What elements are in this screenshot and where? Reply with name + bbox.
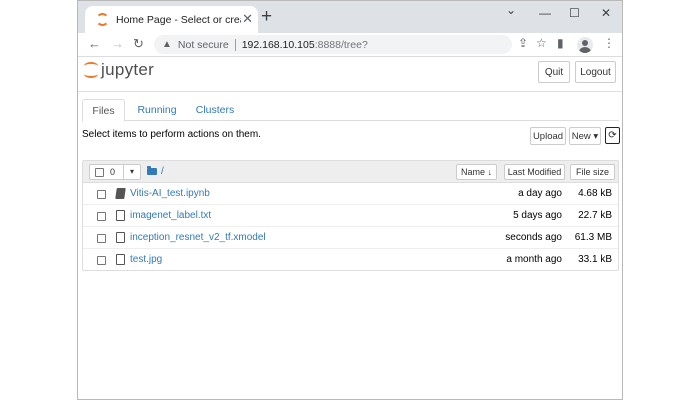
file-size: 22.7 kB [578, 210, 612, 221]
star-icon[interactable]: ☆ [536, 36, 547, 50]
breadcrumb[interactable]: / [161, 166, 164, 177]
table-row[interactable]: imagenet_label.txt 5 days ago 22.7 kB [83, 205, 618, 227]
close-window-icon[interactable]: ✕ [601, 6, 611, 20]
table-row[interactable]: test.jpg a month ago 33.1 kB [83, 249, 618, 271]
row-checkbox[interactable] [97, 212, 106, 221]
file-modified: 5 days ago [513, 210, 562, 221]
list-header: 0 ▾ / Name ↓ Last Modified File size [83, 161, 618, 183]
chevron-down-icon[interactable]: ⌄ [506, 3, 516, 17]
tab-clusters[interactable]: Clusters [189, 99, 241, 121]
quit-button[interactable]: Quit [538, 61, 570, 83]
maximize-icon[interactable]: ☐ [569, 6, 580, 20]
file-name[interactable]: test.jpg [130, 254, 162, 265]
menu-icon[interactable]: ⋮ [603, 36, 615, 50]
file-size: 61.3 MB [574, 232, 612, 243]
file-size: 33.1 kB [578, 254, 612, 265]
side-panel-icon[interactable]: ▮ [557, 36, 564, 50]
reload-icon[interactable]: ↻ [133, 36, 144, 52]
sort-name-button[interactable]: Name ↓ [456, 164, 497, 180]
file-name[interactable]: Vitis-AI_test.ipynb [130, 188, 210, 199]
jupyter-header: jupyter Quit Logout [78, 57, 622, 92]
refresh-button[interactable]: ⟳ [605, 127, 620, 144]
file-icon [116, 254, 125, 265]
address-divider [234, 38, 236, 51]
warning-icon: ▲ [162, 39, 172, 50]
tab-title: Home Page - Select or create a n [116, 13, 241, 26]
select-all-control[interactable]: 0 ▾ [89, 164, 141, 180]
row-checkbox[interactable] [97, 234, 106, 243]
row-checkbox[interactable] [97, 256, 106, 265]
chevron-down-icon[interactable]: ▾ [130, 167, 134, 176]
new-tab-icon[interactable]: + [261, 7, 272, 27]
select-divider [123, 165, 124, 179]
table-row[interactable]: inception_resnet_v2_tf.xmodel seconds ag… [83, 227, 618, 249]
file-icon [116, 232, 125, 243]
folder-icon[interactable] [147, 166, 157, 175]
address-toolbar: ← → ↻ ▲ Not secure 192.168.10.105:8888/t… [78, 33, 622, 57]
address-bar[interactable]: ▲ Not secure 192.168.10.105:8888/tree? [154, 35, 512, 54]
upload-button[interactable]: Upload [530, 127, 566, 145]
logo-text: jupyter [101, 60, 155, 79]
instructions-text: Select items to perform actions on them. [82, 129, 261, 140]
tab-running[interactable]: Running [129, 99, 185, 121]
tab-bar: Files Running Clusters [82, 99, 619, 122]
jupyter-favicon-icon [96, 13, 109, 26]
jupyter-logo-icon [84, 61, 98, 79]
row-checkbox[interactable] [97, 190, 106, 199]
file-name[interactable]: imagenet_label.txt [130, 210, 211, 221]
forward-icon[interactable]: → [111, 36, 124, 51]
back-icon[interactable]: ← [88, 36, 101, 51]
url-path: :8888/tree? [314, 38, 368, 51]
file-list: 0 ▾ / Name ↓ Last Modified File size Vit… [82, 160, 619, 271]
close-tab-icon[interactable]: ✕ [242, 12, 253, 26]
notebook-icon [115, 188, 126, 199]
selected-count: 0 [110, 167, 116, 177]
new-dropdown-button[interactable]: New ▾ [569, 127, 601, 145]
sort-modified-button[interactable]: Last Modified [504, 164, 565, 180]
not-secure-label[interactable]: Not secure [178, 39, 229, 51]
select-all-checkbox[interactable] [95, 167, 104, 177]
tab-strip: Home Page - Select or create a n ✕ + ⌄ —… [78, 1, 622, 33]
browser-tab[interactable]: Home Page - Select or create a n ✕ [85, 6, 258, 33]
file-modified: a day ago [518, 188, 562, 199]
tab-files[interactable]: Files [82, 99, 125, 122]
jupyter-logo[interactable]: jupyter [84, 60, 154, 80]
table-row[interactable]: Vitis-AI_test.ipynb a day ago 4.68 kB [83, 183, 618, 205]
file-modified: seconds ago [505, 232, 562, 243]
file-name[interactable]: inception_resnet_v2_tf.xmodel [130, 232, 266, 243]
share-icon[interactable]: ⇪ [518, 36, 528, 50]
refresh-icon: ⟳ [608, 130, 617, 141]
browser-window: Home Page - Select or create a n ✕ + ⌄ —… [77, 0, 623, 400]
minimize-icon[interactable]: — [539, 6, 551, 20]
file-icon [116, 210, 125, 221]
avatar[interactable] [577, 37, 593, 53]
file-modified: a month ago [506, 254, 562, 265]
logout-button[interactable]: Logout [575, 61, 616, 83]
url-host: 192.168.10.105 [241, 38, 315, 51]
file-size: 4.68 kB [578, 188, 612, 199]
sort-size-button[interactable]: File size [570, 164, 615, 180]
